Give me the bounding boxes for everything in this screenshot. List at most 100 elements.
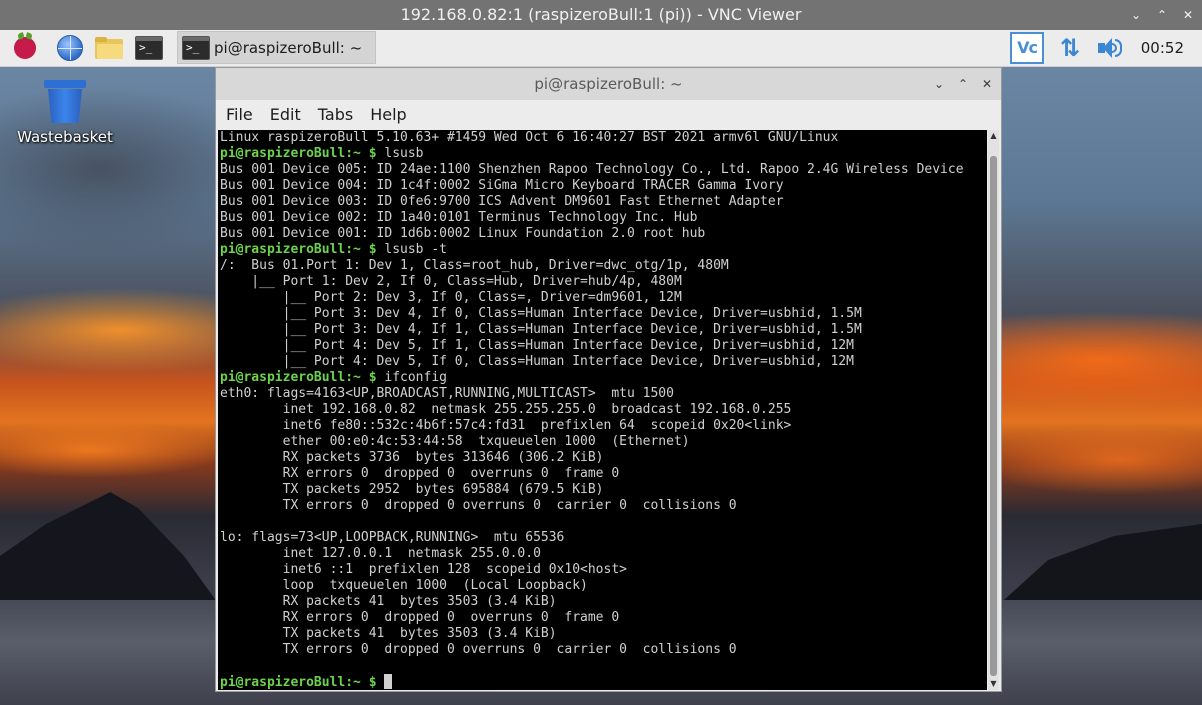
- terminal-line: RX errors 0 dropped 0 overruns 0 frame 0: [220, 466, 964, 482]
- menu-edit[interactable]: Edit: [270, 105, 301, 124]
- folder-icon: [95, 37, 123, 59]
- terminal-line: Bus 001 Device 005: ID 24ae:1100 Shenzhe…: [220, 162, 964, 178]
- command-output: Bus 001 Device 001: ID 1d6b:0002 Linux F…: [220, 226, 706, 241]
- menu-tabs[interactable]: Tabs: [318, 105, 353, 124]
- command-output: lo: flags=73<UP,LOOPBACK,RUNNING> mtu 65…: [220, 530, 565, 545]
- close-icon[interactable]: ✕: [981, 77, 993, 91]
- vnc-titlebar[interactable]: 192.168.0.82:1 (raspizeroBull:1 (pi)) - …: [0, 0, 1202, 30]
- minimize-icon[interactable]: ⌄: [1130, 8, 1142, 22]
- shell-command: ifconfig: [376, 370, 447, 385]
- shell-prompt: pi@raspizeroBull:~ $: [220, 242, 377, 257]
- terminal-line: ether 00:e0:4c:53:44:58 txqueuelen 1000 …: [220, 434, 964, 450]
- command-output: Bus 001 Device 003: ID 0fe6:9700 ICS Adv…: [220, 194, 784, 209]
- menu-file[interactable]: File: [226, 105, 253, 124]
- vnc-window-title: 192.168.0.82:1 (raspizeroBull:1 (pi)) - …: [400, 5, 802, 24]
- maximize-icon[interactable]: ⌃: [957, 77, 969, 91]
- command-output: |__ Port 2: Dev 3, If 0, Class=, Driver=…: [220, 290, 682, 305]
- shell-prompt: pi@raspizeroBull:~ $: [220, 675, 377, 690]
- maximize-icon[interactable]: ⌃: [1156, 8, 1168, 22]
- terminal-line: inet 192.168.0.82 netmask 255.255.255.0 …: [220, 402, 964, 418]
- terminal-launcher[interactable]: >_: [134, 33, 164, 63]
- command-output: Bus 001 Device 004: ID 1c4f:0002 SiGma M…: [220, 178, 784, 193]
- terminal-window-title: pi@raspizeroBull: ~: [534, 75, 683, 93]
- scrollbar-thumb[interactable]: [990, 156, 997, 676]
- command-output: |__ Port 1: Dev 2, If 0, Class=Hub, Driv…: [220, 274, 682, 289]
- terminal-icon: >_: [182, 35, 210, 60]
- command-output: |__ Port 3: Dev 4, If 0, Class=Human Int…: [220, 306, 862, 321]
- terminal-line: inet6 fe80::532c:4b6f:57c4:fd31 prefixle…: [220, 418, 964, 434]
- close-icon[interactable]: ✕: [1182, 8, 1194, 22]
- command-output: loop txqueuelen 1000 (Local Loopback): [220, 578, 588, 593]
- terminal-text: Linux raspizeroBull 5.10.63+ #1459 Wed O…: [220, 130, 964, 690]
- terminal-line: |__ Port 3: Dev 4, If 0, Class=Human Int…: [220, 306, 964, 322]
- shell-command: [377, 675, 385, 690]
- command-output: inet 192.168.0.82 netmask 255.255.255.0 …: [220, 402, 792, 417]
- terminal-line: eth0: flags=4163<UP,BROADCAST,RUNNING,MU…: [220, 386, 964, 402]
- terminal-line: TX packets 2952 bytes 695884 (679.5 KiB): [220, 482, 964, 498]
- taskbar: >_ >_ pi@raspizeroBull: ~ Vc ⇅ 00:52: [0, 30, 1202, 67]
- terminal-line: |__ Port 3: Dev 4, If 1, Class=Human Int…: [220, 322, 964, 338]
- shell-command: lsusb: [376, 146, 424, 161]
- terminal-line: TX packets 41 bytes 3503 (3.4 KiB): [220, 626, 964, 642]
- command-output: inet6 fe80::532c:4b6f:57c4:fd31 prefixle…: [220, 418, 792, 433]
- minimize-icon[interactable]: ⌄: [933, 77, 945, 91]
- terminal-line: lo: flags=73<UP,LOOPBACK,RUNNING> mtu 65…: [220, 530, 964, 546]
- terminal-output[interactable]: Linux raspizeroBull 5.10.63+ #1459 Wed O…: [218, 130, 987, 690]
- command-output: RX errors 0 dropped 0 overruns 0 frame 0: [220, 466, 620, 481]
- command-output: |__ Port 4: Dev 5, If 0, Class=Human Int…: [220, 354, 854, 369]
- text-cursor: [384, 674, 393, 689]
- terminal-line: inet6 ::1 prefixlen 128 scopeid 0x10<hos…: [220, 562, 964, 578]
- terminal-line: |__ Port 4: Dev 5, If 0, Class=Human Int…: [220, 354, 964, 370]
- file-manager-launcher[interactable]: [94, 33, 124, 63]
- wastebasket-label: Wastebasket: [17, 128, 113, 146]
- wastebasket-desktop-icon[interactable]: Wastebasket: [12, 80, 118, 146]
- taskbar-clock[interactable]: 00:52: [1141, 30, 1184, 66]
- raspberry-menu-button[interactable]: [10, 33, 40, 63]
- command-output: Bus 001 Device 005: ID 24ae:1100 Shenzhe…: [220, 162, 964, 177]
- taskbar-window-button-terminal[interactable]: >_ pi@raspizeroBull: ~: [177, 31, 376, 64]
- command-output: RX packets 41 bytes 3503 (3.4 KiB): [220, 594, 557, 609]
- taskbar-window-label: pi@raspizeroBull: ~: [214, 38, 363, 57]
- command-output: /: Bus 01.Port 1: Dev 1, Class=root_hub,…: [220, 258, 729, 273]
- terminal-line: pi@raspizeroBull:~ $: [220, 674, 964, 690]
- command-output: TX errors 0 dropped 0 overruns 0 carrier…: [220, 642, 737, 657]
- command-output: Bus 001 Device 002: ID 1a40:0101 Terminu…: [220, 210, 698, 225]
- command-output: inet6 ::1 prefixlen 128 scopeid 0x10<hos…: [220, 562, 627, 577]
- terminal-line: inet 127.0.0.1 netmask 255.0.0.0: [220, 546, 964, 562]
- command-output: RX errors 0 dropped 0 overruns 0 frame 0: [220, 610, 620, 625]
- command-output: inet 127.0.0.1 netmask 255.0.0.0: [220, 546, 541, 561]
- command-output: RX packets 3736 bytes 313646 (306.2 KiB): [220, 450, 604, 465]
- terminal-line: Bus 001 Device 002: ID 1a40:0101 Terminu…: [220, 210, 964, 226]
- vnc-server-tray-icon[interactable]: Vc: [1010, 32, 1044, 64]
- terminal-line: pi@raspizeroBull:~ $ ifconfig: [220, 370, 964, 386]
- terminal-icon: >_: [135, 36, 163, 60]
- globe-icon: [57, 35, 83, 61]
- command-output: Linux raspizeroBull 5.10.63+ #1459 Wed O…: [220, 130, 839, 145]
- command-output: TX errors 0 dropped 0 overruns 0 carrier…: [220, 498, 737, 513]
- menu-help[interactable]: Help: [370, 105, 406, 124]
- command-output: |__ Port 4: Dev 5, If 1, Class=Human Int…: [220, 338, 854, 353]
- volume-icon[interactable]: [1094, 34, 1124, 62]
- terminal-line: loop txqueuelen 1000 (Local Loopback): [220, 578, 964, 594]
- shell-command: lsusb -t: [376, 242, 447, 257]
- web-browser-launcher[interactable]: [55, 33, 85, 63]
- terminal-titlebar[interactable]: pi@raspizeroBull: ~ ⌄ ⌃ ✕: [216, 68, 1001, 100]
- terminal-window[interactable]: pi@raspizeroBull: ~ ⌄ ⌃ ✕ File Edit Tabs…: [215, 67, 1002, 692]
- terminal-line: |__ Port 1: Dev 2, If 0, Class=Hub, Driv…: [220, 274, 964, 290]
- trash-icon: [44, 80, 86, 124]
- vnc-window-controls: ⌄ ⌃ ✕: [1130, 0, 1194, 30]
- wallpaper-mountain-left: [0, 492, 230, 620]
- terminal-line: Bus 001 Device 003: ID 0fe6:9700 ICS Adv…: [220, 194, 964, 210]
- scroll-down-arrow-icon[interactable]: ▼: [988, 678, 999, 690]
- command-output: TX packets 2952 bytes 695884 (679.5 KiB): [220, 482, 604, 497]
- network-arrows-icon[interactable]: ⇅: [1056, 34, 1084, 62]
- terminal-line: /: Bus 01.Port 1: Dev 1, Class=root_hub,…: [220, 258, 964, 274]
- terminal-scrollbar[interactable]: ▲ ▼: [988, 130, 999, 690]
- terminal-line: RX packets 3736 bytes 313646 (306.2 KiB): [220, 450, 964, 466]
- scroll-up-arrow-icon[interactable]: ▲: [988, 130, 999, 142]
- shell-prompt: pi@raspizeroBull:~ $: [220, 146, 377, 161]
- shell-prompt: pi@raspizeroBull:~ $: [220, 370, 377, 385]
- terminal-line: Bus 001 Device 001: ID 1d6b:0002 Linux F…: [220, 226, 964, 242]
